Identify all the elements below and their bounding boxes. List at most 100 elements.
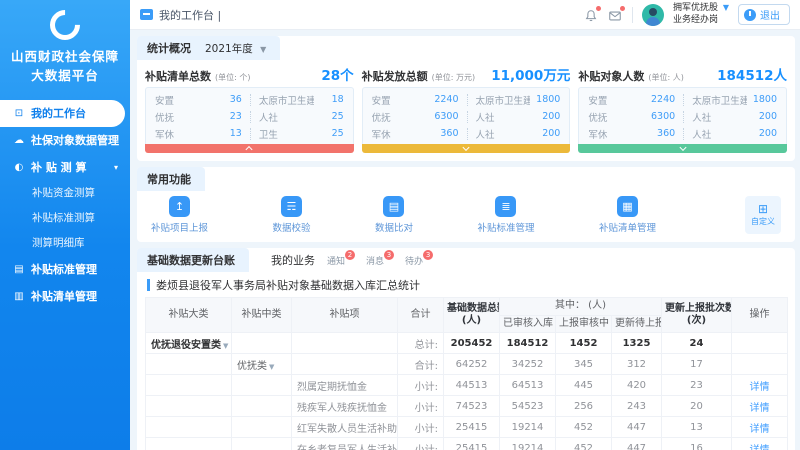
topbar-divider xyxy=(632,7,633,23)
row-label: 安置 xyxy=(155,93,210,107)
tab-base-data-ledger[interactable]: 基础数据更新台账 xyxy=(137,248,249,272)
card-head: 补贴发放总额 (单位: 万元) 11,000万元 xyxy=(362,64,571,84)
year-filter-dropdown[interactable]: 2021年度 ▼ xyxy=(205,41,266,56)
col-header-major: 补贴大类 xyxy=(146,298,232,333)
quick-item-standard-mgmt[interactable]: ≣ 补贴标准管理 xyxy=(477,196,534,234)
quick-item-data-compare[interactable]: ▤ 数据比对 xyxy=(375,196,413,234)
logout-button[interactable]: 退出 xyxy=(738,4,790,25)
table-row: 红军失散人员生活补助 小计: 25415 19214 452 447 13 详情 xyxy=(146,417,788,438)
notice-badge-group[interactable]: 通知 2 xyxy=(327,254,354,267)
platform-logo-icon xyxy=(44,4,86,46)
sidebar-item-label: 补贴标准管理 xyxy=(31,261,97,277)
card-head: 补贴清单总数 (单位: 个) 28个 xyxy=(145,64,354,84)
customize-button[interactable]: ⊞ 自定义 xyxy=(745,196,781,234)
stat-card-subsidy-amount: 补贴发放总额 (单位: 万元) 11,000万元 安置2240 太原市卫生建..… xyxy=(362,64,571,153)
mid-category: 优抚类 xyxy=(237,361,267,372)
row-value: 25 xyxy=(314,111,344,122)
card-value: 28个 xyxy=(321,64,353,84)
row-label: 人社 xyxy=(692,110,747,124)
sidebar-item-social-security-data[interactable]: ☁ 社保对象数据管理 xyxy=(0,127,130,154)
card-collapse-bar[interactable] xyxy=(362,144,571,153)
message-count-badge: 3 xyxy=(384,250,394,260)
mail-icon[interactable] xyxy=(608,8,623,22)
col-header-total-l1: 基础数据总数 xyxy=(447,303,496,316)
topbar-right: 拥军优抚股 ▼ 业务经办岗 退出 xyxy=(584,3,790,26)
stats-panel: 统计概况 2021年度 ▼ 补贴清单总数 (单位: 个) 28个 xyxy=(137,36,795,161)
row-value: 6300 xyxy=(427,111,459,122)
row-label: 人社 xyxy=(476,110,531,124)
table-row: 残疾军人残疾抚恤金 小计: 74523 54523 256 243 20 详情 xyxy=(146,396,788,417)
todo-badge-group[interactable]: 待办 3 xyxy=(405,254,432,267)
table-row: 在乡老复员军人生活补助 小计: 25415 19214 452 447 16 详… xyxy=(146,438,788,450)
detail-link[interactable]: 详情 xyxy=(750,445,770,450)
col-header-action: 操作 xyxy=(732,298,788,333)
reviewed-value: 19214 xyxy=(500,417,556,438)
sidebar-item-subsidy-calc[interactable]: ◐ 补 贴 测 算 ▾ xyxy=(0,154,130,181)
batches-value: 16 xyxy=(662,438,732,450)
sidebar-item-my-workbench[interactable]: ⊡ 我的工作台 xyxy=(0,100,125,127)
tab-my-business[interactable]: 我的业务 xyxy=(271,252,315,268)
dotted-divider xyxy=(683,94,684,106)
stat-cards: 补贴清单总数 (单位: 个) 28个 安置36 太原市卫生建...18 xyxy=(137,60,795,161)
quick-item-subsidy-project-upload[interactable]: ↥ 补贴项目上报 xyxy=(151,196,208,234)
reviewing-value: 452 xyxy=(556,417,612,438)
col-header-mid: 补贴中类 xyxy=(232,298,292,333)
agg-label: 小计: xyxy=(398,396,444,417)
subsidy-item: 烈属定期抚恤金 xyxy=(292,375,398,396)
card-row: 安置2240 太原市卫生建...1800 xyxy=(588,91,777,108)
message-dot xyxy=(620,6,625,11)
detail-link[interactable]: 详情 xyxy=(750,403,770,414)
total-value: 205452 xyxy=(444,333,500,354)
row-value: 6300 xyxy=(643,111,675,122)
user-role-dropdown[interactable]: 拥军优抚股 ▼ 业务经办岗 xyxy=(673,3,729,26)
badge-label: 通知 xyxy=(327,257,345,267)
quick-item-label: 补贴标准管理 xyxy=(477,220,534,234)
quick-item-label: 数据比对 xyxy=(375,220,413,234)
badge-label: 待办 xyxy=(405,257,423,267)
row-label: 优抚 xyxy=(372,110,427,124)
row-label: 人社 xyxy=(476,127,531,141)
list-doc-icon: ▦ xyxy=(617,196,638,217)
col-header-batches-l2: (次) xyxy=(665,315,728,328)
ledger-table: 补贴大类 补贴中类 补贴项 合计 基础数据总数 (人) 其中： (人) 更新上报… xyxy=(145,297,788,450)
sidebar-item-label: 补 贴 测 算 xyxy=(31,159,87,175)
topbar: 我的工作台 | 拥军优抚股 ▼ 业务经办岗 xyxy=(130,0,800,30)
sidebar-item-label: 我的工作台 xyxy=(31,105,86,121)
bell-icon[interactable] xyxy=(584,8,599,22)
row-value: 200 xyxy=(747,111,777,122)
card-value: 184512人 xyxy=(717,64,787,84)
chevron-down-icon[interactable]: ▼ xyxy=(269,363,274,371)
card-collapse-bar[interactable] xyxy=(578,144,787,153)
quick-item-data-check[interactable]: ☴ 数据校验 xyxy=(272,196,310,234)
message-badge-group[interactable]: 消息 3 xyxy=(366,254,393,267)
card-row: 优抚23 人社25 xyxy=(155,108,344,125)
total-value: 44513 xyxy=(444,375,500,396)
sidebar-subitem-standard-calc[interactable]: 补贴标准测算 xyxy=(0,206,130,231)
card-title: 补贴对象人数 xyxy=(578,68,644,84)
card-unit: (单位: 个) xyxy=(215,72,250,83)
detail-link[interactable]: 详情 xyxy=(750,382,770,393)
row-label: 卫生 xyxy=(259,127,314,141)
quick-item-list-mgmt[interactable]: ▦ 补贴清单管理 xyxy=(599,196,656,234)
content: 统计概况 2021年度 ▼ 补贴清单总数 (单位: 个) 28个 xyxy=(130,30,800,450)
chevron-down-icon: ▾ xyxy=(114,163,118,172)
chevron-down-icon[interactable]: ▼ xyxy=(223,342,228,350)
row-value: 1800 xyxy=(530,94,560,105)
chevron-up-icon xyxy=(246,146,253,153)
sidebar-item-subsidy-standard-mgmt[interactable]: ▤ 补贴标准管理 xyxy=(0,256,130,283)
detail-link[interactable]: 详情 xyxy=(750,424,770,435)
avatar[interactable] xyxy=(642,4,664,26)
table-title: 娄烦县退役军人事务局补贴对象基础数据入库汇总统计 xyxy=(156,277,420,293)
sidebar-item-subsidy-list-mgmt[interactable]: ▥ 补贴清单管理 xyxy=(0,283,130,310)
dotted-divider xyxy=(250,94,251,106)
stat-card-subsidy-list-total: 补贴清单总数 (单位: 个) 28个 安置36 太原市卫生建...18 xyxy=(145,64,354,153)
sidebar-subitem-fund-calc[interactable]: 补贴资金测算 xyxy=(0,181,130,206)
sidebar-subitem-calc-detail-db[interactable]: 测算明细库 xyxy=(0,231,130,256)
row-value: 13 xyxy=(210,128,242,139)
row-value: 1800 xyxy=(747,94,777,105)
col-header-total-l2: (人) xyxy=(447,315,496,328)
chevron-down-icon xyxy=(462,144,469,151)
reviewed-value: 184512 xyxy=(500,333,556,354)
card-collapse-bar[interactable] xyxy=(145,144,354,153)
row-value: 2240 xyxy=(427,94,459,105)
